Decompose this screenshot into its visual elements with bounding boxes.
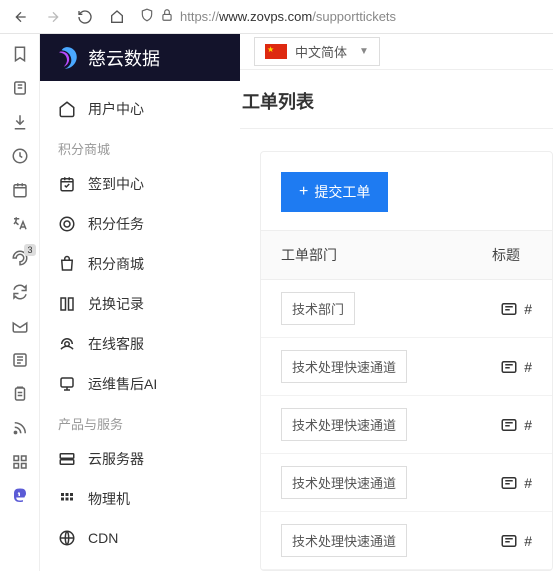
reader-icon[interactable] [10, 350, 30, 370]
url-bar[interactable]: https://www.zovps.com/supporttickets [136, 8, 545, 25]
table-row[interactable]: 技术处理快速通道 # [261, 454, 552, 512]
translate-icon[interactable] [10, 214, 30, 234]
nav-label: 用户中心 [88, 99, 144, 119]
book-icon[interactable] [10, 78, 30, 98]
page-title: 工单列表 [240, 88, 553, 129]
nav-label: 签到中心 [88, 174, 144, 194]
ticket-icon [500, 474, 518, 492]
button-label: 提交工单 [314, 182, 370, 202]
badge: 3 [24, 244, 35, 256]
page-topbar: 中文简体 ▼ [240, 34, 553, 70]
nav-label: 在线客服 [88, 334, 144, 354]
table-head: 工单部门 标题 [261, 230, 552, 280]
addons-icon[interactable]: 3 [10, 248, 30, 268]
dept-tag: 技术部门 [281, 292, 355, 325]
history-icon[interactable] [10, 146, 30, 166]
sync-icon[interactable] [10, 282, 30, 302]
nav-points-tasks[interactable]: 积分任务 [40, 204, 240, 244]
dept-tag: 技术处理快速通道 [281, 466, 407, 499]
col-dept: 工单部门 [281, 245, 492, 265]
nav-label: 物理机 [88, 489, 130, 509]
clipboard-icon[interactable] [10, 384, 30, 404]
app-header: 慈云数据 [40, 34, 240, 81]
nav-section-points: 积分商城 [40, 129, 240, 164]
ticket-id: # [524, 359, 532, 375]
table-row[interactable]: 技术处理快速通道 # [261, 512, 552, 570]
nav-section-products: 产品与服务 [40, 404, 240, 439]
dept-tag: 技术处理快速通道 [281, 408, 407, 441]
calendar-icon[interactable] [10, 180, 30, 200]
language-selector[interactable]: 中文简体 ▼ [254, 37, 380, 66]
browser-left-rail: 3 [0, 34, 40, 571]
plus-icon: + [299, 184, 308, 200]
dept-tag: 技术处理快速通道 [281, 350, 407, 383]
inbox-icon[interactable] [10, 316, 30, 336]
url-text: https://www.zovps.com/supporttickets [180, 9, 396, 24]
ticket-id: # [524, 533, 532, 549]
nav-points-mall[interactable]: 积分商城 [40, 244, 240, 284]
nav-checkin[interactable]: 签到中心 [40, 164, 240, 204]
nav-label: 积分商城 [88, 254, 144, 274]
ticket-id: # [524, 475, 532, 491]
nav-exchange-log[interactable]: 兑换记录 [40, 284, 240, 324]
nav-physical[interactable]: 物理机 [40, 479, 240, 519]
back-button[interactable] [8, 4, 34, 30]
page: 中文简体 ▼ 工单列表 + 提交工单 工单部门 标题 技术部门 # 技术处理快速通道 #… [240, 34, 553, 571]
ticket-icon [500, 300, 518, 318]
logo-text: 慈云数据 [88, 45, 160, 71]
lock-icon [160, 8, 174, 25]
nav-label: CDN [88, 530, 118, 546]
reload-button[interactable] [72, 4, 98, 30]
nav-label: 积分任务 [88, 214, 144, 234]
submit-ticket-button[interactable]: + 提交工单 [281, 172, 388, 212]
rss-icon[interactable] [10, 418, 30, 438]
download-icon[interactable] [10, 112, 30, 132]
nav-online-support[interactable]: 在线客服 [40, 324, 240, 364]
ticket-card: +提交工单 工单部门 标题 技术部门#技术处理快速通道#技术处理快速通道#技术处… [260, 151, 553, 571]
nav-label: 云服务器 [88, 449, 144, 469]
home-button[interactable] [104, 4, 130, 30]
col-title: 标题 [492, 245, 532, 265]
nav-label: 兑换记录 [88, 294, 144, 314]
language-label: 中文简体 [295, 42, 347, 61]
ticket-icon [500, 358, 518, 376]
forward-button[interactable] [40, 4, 66, 30]
logo[interactable]: 慈云数据 [54, 45, 160, 71]
dept-tag: 技术处理快速通道 [281, 524, 407, 557]
nav-ops-ai[interactable]: 运维售后AI [40, 364, 240, 404]
chevron-down-icon: ▼ [359, 46, 369, 57]
table-row[interactable]: 技术处理快速通道 # [261, 396, 552, 454]
logo-icon [54, 45, 80, 71]
nav-user-center[interactable]: 用户中心 [40, 89, 240, 129]
bookmark-icon[interactable] [10, 44, 30, 64]
shield-icon [140, 8, 154, 25]
nav-label: 运维售后AI [88, 374, 157, 394]
table-row[interactable]: 技术部门 # [261, 280, 552, 338]
table-row[interactable]: 技术处理快速通道 # [261, 338, 552, 396]
nav-cdn[interactable]: CDN [40, 519, 240, 557]
mastodon-icon[interactable] [10, 486, 30, 506]
app-sidebar: 慈云数据 用户中心 积分商城 签到中心 积分任务 积分商城 兑换记录 在线客服 … [40, 34, 240, 571]
flag-icon [265, 44, 287, 59]
ticket-icon [500, 416, 518, 434]
ticket-id: # [524, 417, 532, 433]
nav-cloud-server[interactable]: 云服务器 [40, 439, 240, 479]
browser-toolbar: https://www.zovps.com/supporttickets [0, 0, 553, 34]
ticket-id: # [524, 301, 532, 317]
grid-icon[interactable] [10, 452, 30, 472]
ticket-icon [500, 532, 518, 550]
